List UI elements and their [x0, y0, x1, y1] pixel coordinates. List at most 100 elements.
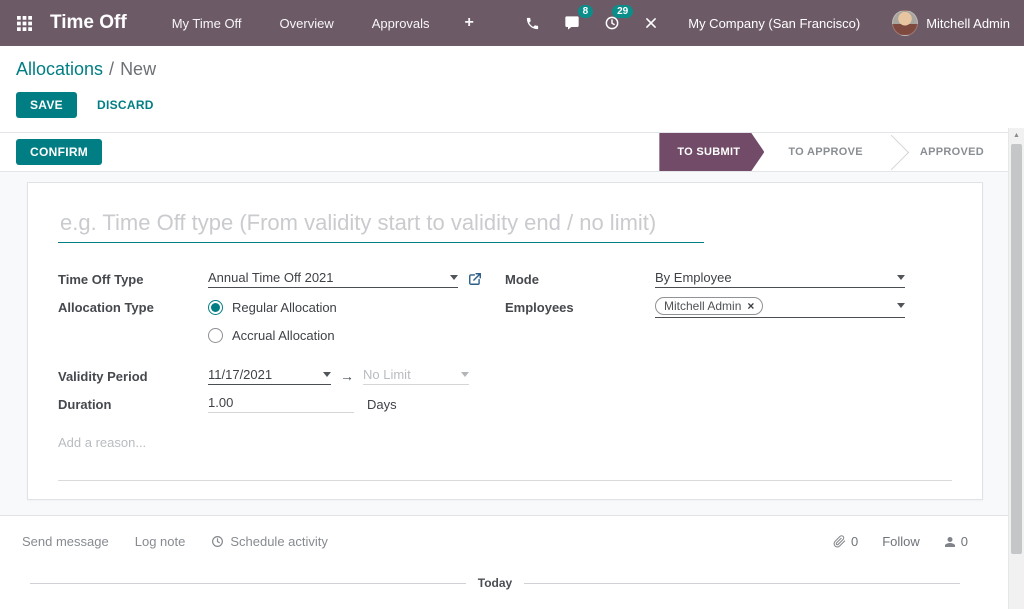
radio-accrual-label: Accrual Allocation	[232, 328, 335, 343]
time-off-type-label: Time Off Type	[58, 272, 208, 287]
validity-period-label: Validity Period	[58, 369, 208, 384]
systray: 8 29 My Company (San Francisco) Mitchell…	[513, 0, 1024, 46]
followers-button[interactable]: 0	[944, 534, 968, 549]
employees-multiselect[interactable]: Mitchell Admin ×	[655, 297, 905, 318]
chevron-down-icon	[897, 275, 905, 280]
messages-count-badge: 8	[578, 5, 594, 18]
mode-label: Mode	[505, 272, 655, 287]
schedule-activity-label: Schedule activity	[230, 534, 328, 549]
nav-plus-button[interactable]: +	[449, 0, 490, 46]
radio-regular-allocation[interactable]: Regular Allocation	[208, 300, 337, 315]
employees-label: Employees	[505, 300, 655, 315]
validity-start-date-value: 11/17/2021	[208, 367, 315, 382]
user-name: Mitchell Admin	[926, 16, 1010, 31]
radio-checked-icon	[208, 300, 223, 315]
chatter: Send message Log note Schedule activity …	[0, 515, 1024, 609]
validity-period-row: Validity Period 11/17/2021 → No Limit	[58, 362, 505, 390]
stage-to-submit[interactable]: TO SUBMIT	[659, 133, 764, 171]
control-panel: Allocations / New SAVE DISCARD	[0, 46, 1024, 133]
validity-end-placeholder: No Limit	[363, 367, 453, 382]
attachments-button[interactable]: 0	[833, 534, 858, 549]
scrollbar-thumb[interactable]	[1011, 144, 1022, 554]
validity-end-date-picker[interactable]: No Limit	[363, 367, 469, 385]
allocation-type-row: Allocation Type Regular Allocation	[58, 293, 505, 321]
mode-select[interactable]: By Employee	[655, 270, 905, 288]
form-sheet: Time Off Type Annual Time Off 2021 Alloc…	[27, 182, 983, 500]
external-link-icon[interactable]	[468, 272, 482, 286]
confirm-button[interactable]: CONFIRM	[16, 139, 102, 165]
allocation-title-input[interactable]	[58, 208, 704, 243]
company-switcher[interactable]: My Company (San Francisco)	[670, 0, 878, 46]
schedule-activity-button[interactable]: Schedule activity	[211, 534, 328, 549]
speech-bubble-icon	[564, 15, 580, 31]
duration-label: Duration	[58, 397, 208, 412]
divider-line-left	[30, 583, 466, 584]
remove-tag-icon[interactable]: ×	[747, 300, 754, 312]
discard-button[interactable]: DISCARD	[97, 98, 154, 112]
sheet-divider	[58, 480, 952, 481]
breadcrumb-current: New	[120, 59, 156, 79]
duration-field[interactable]	[208, 395, 354, 413]
field-groups: Time Off Type Annual Time Off 2021 Alloc…	[58, 265, 952, 452]
left-field-group: Time Off Type Annual Time Off 2021 Alloc…	[58, 265, 505, 452]
log-note-button[interactable]: Log note	[135, 534, 186, 549]
breadcrumb-allocations-link[interactable]: Allocations	[16, 59, 103, 79]
breadcrumb: Allocations / New	[16, 59, 1008, 80]
right-field-group: Mode By Employee Employees Mitchell Admi…	[505, 265, 952, 452]
stage-to-approve[interactable]: TO APPROVE	[764, 133, 887, 171]
radio-regular-label: Regular Allocation	[232, 300, 337, 315]
user-avatar	[892, 10, 918, 36]
nav-item-approvals[interactable]: Approvals	[353, 0, 449, 46]
clock-outline-icon	[211, 535, 224, 548]
save-button[interactable]: SAVE	[16, 92, 77, 118]
form-area: Time Off Type Annual Time Off 2021 Alloc…	[0, 172, 1024, 515]
vertical-scrollbar[interactable]: ▲	[1008, 128, 1024, 609]
today-divider: Today	[22, 576, 968, 590]
today-label: Today	[478, 576, 512, 590]
person-icon	[944, 536, 956, 548]
duration-unit: Days	[367, 397, 397, 412]
nav-item-my-time-off[interactable]: My Time Off	[153, 0, 261, 46]
breadcrumb-separator: /	[109, 59, 114, 79]
employees-row: Employees Mitchell Admin ×	[505, 293, 952, 321]
app-title: Time Off	[48, 0, 153, 46]
top-navbar: Time Off My Time Off Overview Approvals …	[0, 0, 1024, 46]
control-panel-buttons: SAVE DISCARD	[16, 92, 1008, 118]
followers-count: 0	[961, 534, 968, 549]
chevron-down-icon	[450, 275, 458, 280]
nav-item-overview[interactable]: Overview	[261, 0, 353, 46]
user-menu[interactable]: Mitchell Admin	[878, 0, 1024, 46]
activities-count-badge: 29	[612, 5, 633, 18]
messages-button[interactable]: 8	[552, 0, 592, 46]
chevron-down-icon	[897, 303, 905, 308]
attachments-count: 0	[851, 534, 858, 549]
allocation-type-row-2: Accrual Allocation	[58, 321, 505, 349]
validity-start-date-picker[interactable]: 11/17/2021	[208, 367, 331, 385]
reason-row	[58, 434, 505, 452]
activities-button[interactable]: 29	[592, 0, 632, 46]
reason-input[interactable]	[58, 435, 378, 450]
time-off-type-select[interactable]: Annual Time Off 2021	[208, 270, 458, 288]
allocation-type-label: Allocation Type	[58, 300, 208, 315]
radio-accrual-allocation[interactable]: Accrual Allocation	[208, 328, 335, 343]
duration-row: Duration Days	[58, 390, 505, 418]
developer-tools-button[interactable]	[632, 0, 670, 46]
apps-menu-button[interactable]	[0, 0, 48, 46]
stage-approved[interactable]: APPROVED	[896, 133, 1008, 171]
apps-grid-icon	[17, 16, 32, 31]
chevron-down-icon	[461, 372, 469, 377]
follow-button[interactable]: Follow	[882, 534, 920, 549]
employee-tag-name: Mitchell Admin	[664, 299, 741, 313]
send-message-button[interactable]: Send message	[22, 534, 109, 549]
status-stages: TO SUBMIT TO APPROVE APPROVED	[659, 133, 1008, 171]
form-statusbar: CONFIRM TO SUBMIT TO APPROVE APPROVED	[0, 133, 1024, 172]
duration-input[interactable]	[208, 395, 354, 410]
mode-row: Mode By Employee	[505, 265, 952, 293]
time-off-type-value: Annual Time Off 2021	[208, 270, 442, 285]
employee-tag: Mitchell Admin ×	[655, 297, 763, 315]
arrow-right-icon: →	[340, 368, 354, 384]
voip-phone-button[interactable]	[513, 0, 552, 46]
scroll-up-arrow-icon[interactable]: ▲	[1009, 128, 1024, 142]
crossed-tools-icon	[644, 16, 658, 30]
paperclip-icon	[833, 535, 846, 548]
